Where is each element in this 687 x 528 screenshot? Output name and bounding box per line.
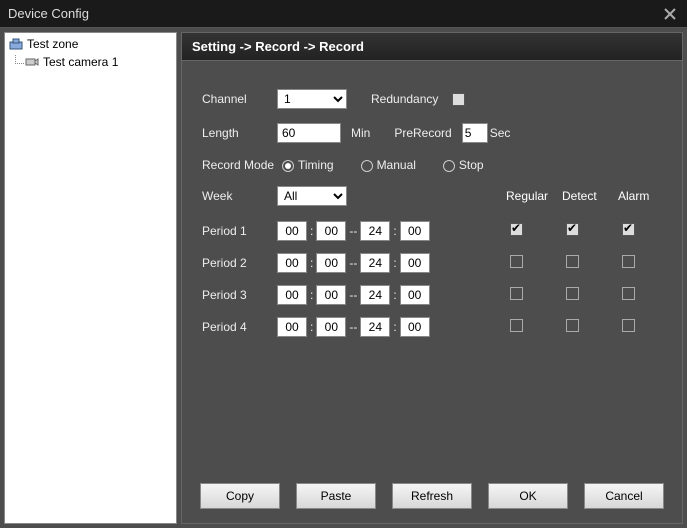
p4-detect-chk[interactable] [566,319,579,332]
redundancy-label: Redundancy [371,92,438,106]
period-row-2: Period 2 : -- : [202,252,662,274]
prerecord-input[interactable] [462,123,488,143]
camera-icon [25,56,39,68]
period2-label: Period 2 [202,256,277,270]
p1-detect-chk[interactable] [566,223,579,236]
recordmode-label: Record Mode [202,158,277,172]
mode-stop-label: Stop [459,158,484,172]
mode-manual-label: Manual [377,158,416,172]
p4-alarm-chk[interactable] [622,319,635,332]
refresh-button[interactable]: Refresh [392,483,472,509]
length-input[interactable] [277,123,341,143]
mode-timing-radio[interactable] [282,160,294,172]
week-select[interactable]: All [277,186,347,206]
p1-h1[interactable] [277,221,307,241]
window-title: Device Config [8,6,89,21]
paste-button[interactable]: Paste [296,483,376,509]
alarm-header: Alarm [618,189,662,203]
p2-m1[interactable] [316,253,346,273]
p1-m2[interactable] [400,221,430,241]
p3-detect-chk[interactable] [566,287,579,300]
tree-child-label: Test camera 1 [43,55,118,69]
content-panel: Setting -> Record -> Record Channel 1 Re… [181,32,683,524]
breadcrumb: Setting -> Record -> Record [182,33,682,61]
copy-button[interactable]: Copy [200,483,280,509]
p2-m2[interactable] [400,253,430,273]
button-row: Copy Paste Refresh OK Cancel [182,473,682,523]
p3-h1[interactable] [277,285,307,305]
ok-button[interactable]: OK [488,483,568,509]
mode-manual-radio[interactable] [361,160,373,172]
p2-h2[interactable] [360,253,390,273]
mode-timing-label: Timing [298,158,334,172]
close-icon[interactable] [661,5,679,23]
mode-stop-radio[interactable] [443,160,455,172]
p4-regular-chk[interactable] [510,319,523,332]
tree-child-item[interactable]: Test camera 1 [25,55,172,69]
period1-label: Period 1 [202,224,277,238]
min-label: Min [351,126,370,140]
p3-alarm-chk[interactable] [622,287,635,300]
period4-label: Period 4 [202,320,277,334]
channel-select[interactable]: 1 [277,89,347,109]
p3-regular-chk[interactable] [510,287,523,300]
p3-m1[interactable] [316,285,346,305]
titlebar: Device Config [0,0,687,28]
p1-regular-chk[interactable] [510,223,523,236]
p2-h1[interactable] [277,253,307,273]
p2-alarm-chk[interactable] [622,255,635,268]
p2-detect-chk[interactable] [566,255,579,268]
period-row-1: Period 1 : -- : [202,220,662,242]
p3-h2[interactable] [360,285,390,305]
p1-alarm-chk[interactable] [622,223,635,236]
length-label: Length [202,126,277,140]
regular-header: Regular [506,189,562,203]
p1-m1[interactable] [316,221,346,241]
p4-h1[interactable] [277,317,307,337]
p1-h2[interactable] [360,221,390,241]
p4-h2[interactable] [360,317,390,337]
zone-icon [9,38,23,50]
prerecord-label: PreRecord [394,126,451,140]
redundancy-checkbox[interactable] [452,93,465,106]
period3-label: Period 3 [202,288,277,302]
detect-header: Detect [562,189,618,203]
p4-m2[interactable] [400,317,430,337]
channel-label: Channel [202,92,277,106]
device-tree: Test zone Test camera 1 [4,32,177,524]
period-row-4: Period 4 : -- : [202,316,662,338]
p2-regular-chk[interactable] [510,255,523,268]
tree-root-label: Test zone [27,37,78,51]
p4-m1[interactable] [316,317,346,337]
tree-root-item[interactable]: Test zone [9,37,172,51]
period-row-3: Period 3 : -- : [202,284,662,306]
cancel-button[interactable]: Cancel [584,483,664,509]
p3-m2[interactable] [400,285,430,305]
week-label: Week [202,189,277,203]
sec-label: Sec [490,126,511,140]
